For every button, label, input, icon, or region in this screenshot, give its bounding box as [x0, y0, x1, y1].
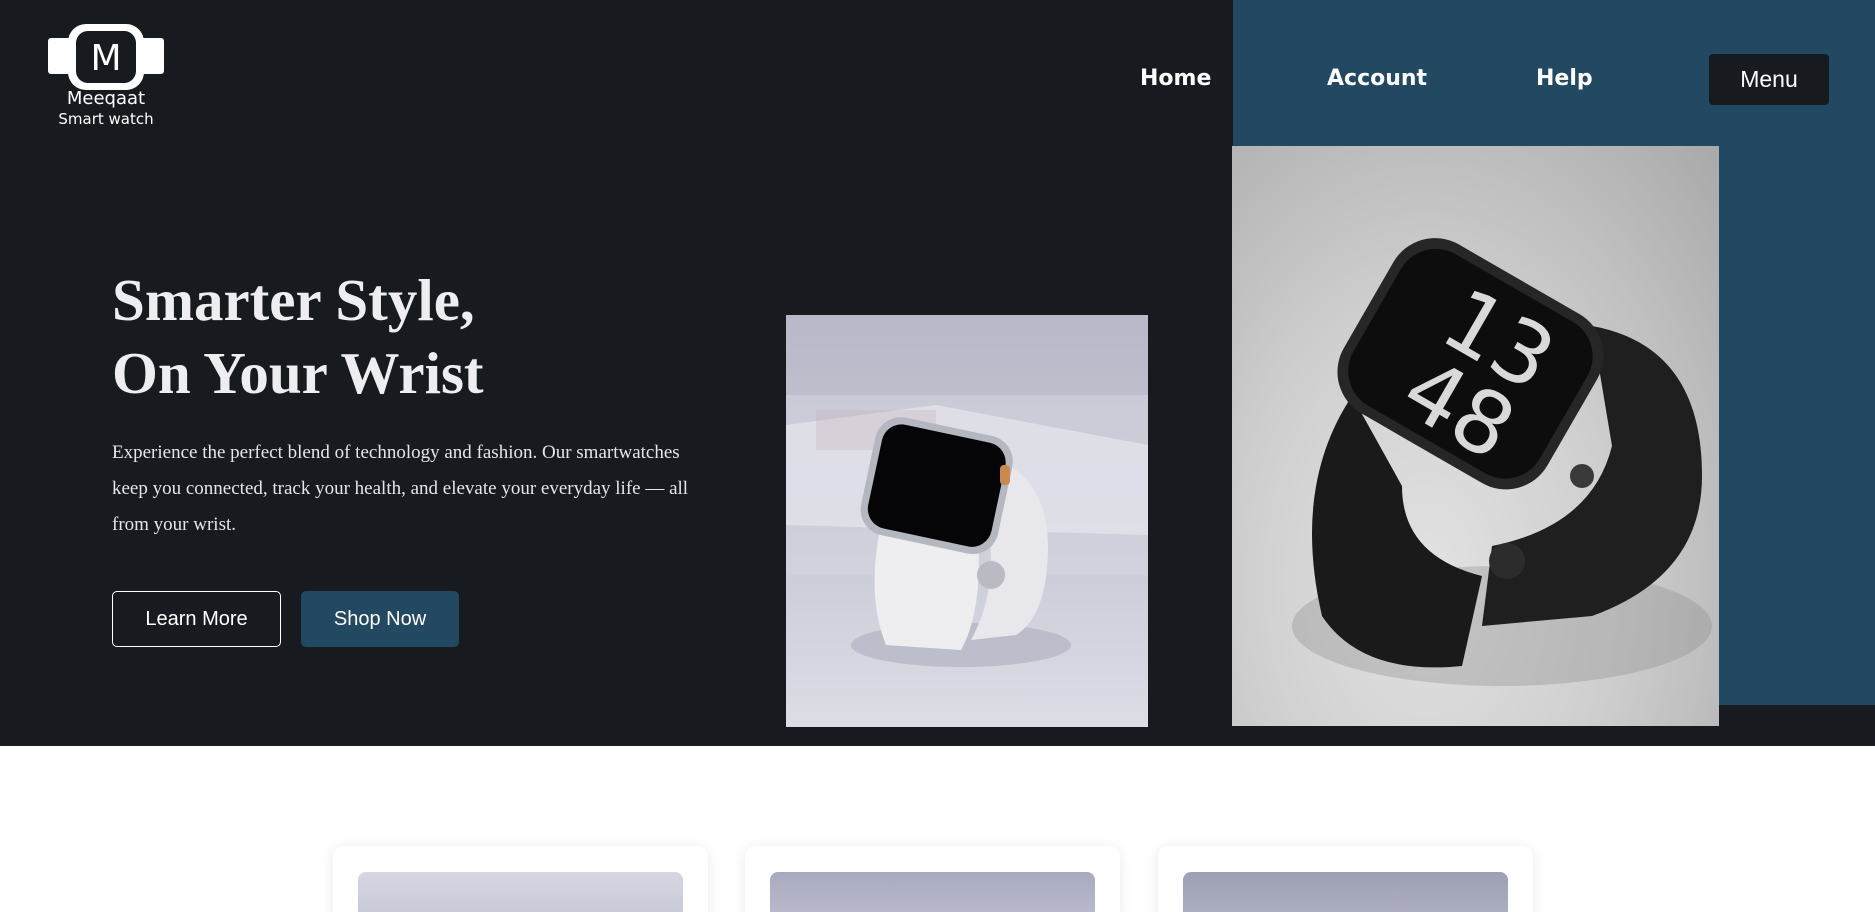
brand-name: Meeqaat: [66, 88, 146, 109]
logo-letter: M: [90, 38, 121, 79]
shop-now-button[interactable]: Shop Now: [301, 591, 459, 647]
product-card-3[interactable]: [1158, 846, 1533, 912]
hero-description: Experience the perfect blend of technolo…: [112, 442, 689, 535]
white-watch-photo: [786, 315, 1148, 727]
product-card-2[interactable]: [745, 846, 1120, 912]
product-card-image: [358, 872, 683, 912]
hero-headline: Smarter Style, On Your Wrist: [112, 264, 712, 410]
headline-line-1: Smarter Style,: [112, 267, 475, 333]
headline-line-2: On Your Wrist: [112, 340, 484, 406]
product-card-image: [770, 872, 1095, 912]
nav-help[interactable]: Help: [1536, 66, 1593, 92]
menu-button[interactable]: Menu: [1709, 54, 1829, 105]
brand-tagline: Smart watch: [58, 110, 154, 128]
product-card-image: [1183, 872, 1508, 912]
hero-section: M Meeqaat Smart watch Home Account Help …: [0, 0, 1875, 746]
learn-more-button[interactable]: Learn More: [112, 591, 281, 647]
watch-logo-icon: M: [48, 24, 164, 90]
nav-account[interactable]: Account: [1327, 66, 1427, 92]
black-watch-photo: 13 48: [1232, 146, 1719, 726]
nav-home[interactable]: Home: [1140, 66, 1211, 92]
product-card-1[interactable]: [333, 846, 708, 912]
brand-logo[interactable]: M Meeqaat Smart watch: [48, 24, 164, 130]
